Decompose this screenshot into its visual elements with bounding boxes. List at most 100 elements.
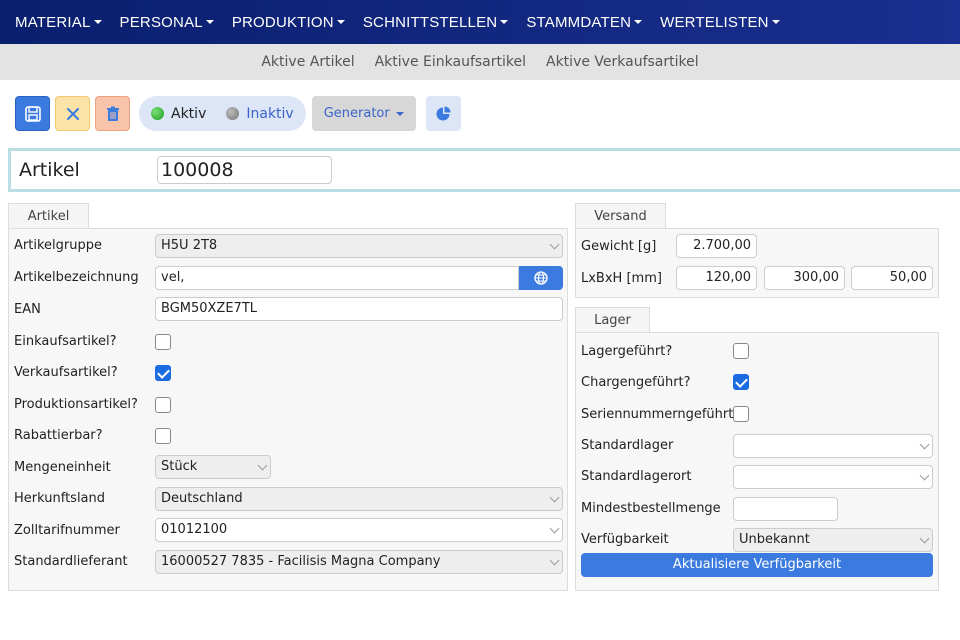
verkaufsartikel-checkbox[interactable] bbox=[155, 365, 171, 381]
zolltarifnummer-select[interactable]: 01012100 bbox=[155, 518, 563, 542]
standardlagerort-select[interactable] bbox=[733, 465, 933, 489]
rabattierbar-checkbox[interactable] bbox=[155, 428, 171, 444]
active-dot-icon bbox=[151, 107, 164, 120]
trash-icon bbox=[106, 106, 119, 121]
artikelgruppe-label: Artikelgruppe bbox=[14, 238, 102, 253]
toolbar: Aktiv Inaktiv Generator bbox=[15, 96, 461, 131]
verkaufsartikel-label: Verkaufsartikel? bbox=[14, 365, 118, 380]
caret-down-icon bbox=[500, 20, 509, 24]
inaktiv-label[interactable]: Inaktiv bbox=[246, 106, 293, 122]
chevron-down-icon bbox=[916, 435, 932, 457]
standardlieferant-value: 16000527 7835 - Facilisis Magna Company bbox=[161, 554, 441, 569]
subnav-aktive-verkaufsartikel[interactable]: Aktive Verkaufsartikel bbox=[546, 54, 699, 70]
verfuegbarkeit-label: Verfügbarkeit bbox=[581, 532, 669, 547]
zolltarifnummer-label: Zolltarifnummer bbox=[14, 523, 120, 538]
caret-down-icon bbox=[336, 20, 345, 24]
status-toggle[interactable]: Aktiv Inaktiv bbox=[139, 96, 306, 131]
nav-material[interactable]: MATERIAL bbox=[15, 14, 102, 31]
ean-label: EAN bbox=[14, 302, 41, 317]
nav-wertelisten[interactable]: WERTELISTEN bbox=[660, 14, 780, 31]
zolltarifnummer-value: 01012100 bbox=[161, 522, 228, 537]
aktualisiere-verfuegbarkeit-button[interactable]: Aktualisiere Verfügbarkeit bbox=[581, 553, 933, 577]
breite-input[interactable]: 300,00 bbox=[764, 266, 845, 290]
ean-input[interactable]: BGM50XZE7TL bbox=[155, 297, 563, 321]
chevron-down-icon bbox=[546, 488, 562, 510]
nav-stammdaten[interactable]: STAMMDATEN bbox=[526, 13, 643, 31]
main-nav: MATERIAL PERSONAL PRODUKTION SCHNITTSTEL… bbox=[0, 0, 960, 44]
mindestbestellmenge-input[interactable] bbox=[733, 497, 838, 521]
standardlager-label: Standardlager bbox=[581, 438, 674, 453]
delete-button[interactable] bbox=[95, 96, 130, 131]
save-button[interactable] bbox=[15, 96, 50, 131]
standardlieferant-select[interactable]: 16000527 7835 - Facilisis Magna Company bbox=[155, 550, 563, 574]
nav-label: STAMMDATEN bbox=[526, 13, 632, 31]
chevron-down-icon bbox=[546, 235, 562, 257]
article-header: Artikel 100008 bbox=[8, 148, 960, 192]
chevron-down-icon bbox=[916, 466, 932, 488]
caret-down-icon bbox=[771, 20, 780, 24]
produktionsartikel-checkbox[interactable] bbox=[155, 397, 171, 413]
versand-panel: Gewicht [g] 2.700,00 LxBxH [mm] 120,00 3… bbox=[575, 228, 939, 298]
tab-versand[interactable]: Versand bbox=[575, 203, 666, 229]
artikelbezeichnung-input[interactable]: vel, bbox=[155, 266, 519, 290]
pie-chart-icon bbox=[436, 106, 451, 120]
artikelgruppe-select[interactable]: H5U 2T8 bbox=[155, 234, 563, 258]
herkunftsland-label: Herkunftsland bbox=[14, 491, 106, 506]
sub-nav: Aktive Artikel Aktive Einkaufsartikel Ak… bbox=[0, 44, 960, 80]
artikelbezeichnung-label: Artikelbezeichnung bbox=[14, 270, 139, 285]
aktiv-label[interactable]: Aktiv bbox=[171, 106, 206, 122]
artikelgruppe-value: H5U 2T8 bbox=[161, 238, 218, 253]
lagergefuehrt-checkbox[interactable] bbox=[733, 343, 749, 359]
einkaufsartikel-checkbox[interactable] bbox=[155, 334, 171, 350]
chart-button[interactable] bbox=[425, 96, 461, 131]
generator-dropdown[interactable]: Generator bbox=[311, 96, 416, 131]
save-icon bbox=[24, 105, 41, 122]
subnav-aktive-einkaufsartikel[interactable]: Aktive Einkaufsartikel bbox=[375, 54, 526, 70]
gewicht-label: Gewicht [g] bbox=[581, 239, 657, 254]
chevron-down-icon bbox=[546, 551, 562, 573]
lager-panel: Lagergeführt? Chargengeführt? Seriennumm… bbox=[575, 332, 939, 591]
verfuegbarkeit-select[interactable]: Unbekannt bbox=[733, 528, 933, 552]
nav-personal[interactable]: PERSONAL bbox=[120, 14, 214, 31]
chargengefuehrt-checkbox[interactable] bbox=[733, 374, 749, 390]
nav-schnittstellen[interactable]: SCHNITTSTELLEN bbox=[363, 14, 509, 31]
standardlager-select[interactable] bbox=[733, 434, 933, 458]
herkunftsland-select[interactable]: Deutschland bbox=[155, 487, 563, 511]
mengeneinheit-value: Stück bbox=[161, 459, 198, 474]
tab-lager[interactable]: Lager bbox=[575, 307, 650, 333]
nav-label: SCHNITTSTELLEN bbox=[362, 13, 498, 31]
translate-button[interactable] bbox=[519, 266, 563, 290]
herkunftsland-value: Deutschland bbox=[161, 491, 243, 506]
laenge-input[interactable]: 120,00 bbox=[676, 266, 757, 290]
mengeneinheit-label: Mengeneinheit bbox=[14, 460, 111, 475]
article-number-input[interactable]: 100008 bbox=[157, 156, 332, 184]
globe-icon bbox=[534, 271, 548, 285]
standardlieferant-label: Standardlieferant bbox=[14, 554, 128, 569]
inactive-dot-icon bbox=[226, 107, 240, 120]
seriennummerngefuehrt-checkbox[interactable] bbox=[733, 406, 749, 422]
cancel-button[interactable] bbox=[55, 96, 90, 131]
caret-down-icon bbox=[93, 20, 102, 24]
caret-down-icon bbox=[395, 111, 404, 116]
artikel-panel: Artikelgruppe H5U 2T8 Artikelbezeichnung… bbox=[8, 228, 568, 591]
hoehe-input[interactable]: 50,00 bbox=[851, 266, 933, 290]
lxbxh-label: LxBxH [mm] bbox=[581, 271, 662, 286]
chevron-down-icon bbox=[254, 456, 270, 478]
chevron-down-icon bbox=[916, 529, 932, 551]
tab-artikel[interactable]: Artikel bbox=[8, 203, 89, 229]
nav-label: PERSONAL bbox=[119, 13, 203, 31]
mengeneinheit-select[interactable]: Stück bbox=[155, 455, 271, 479]
nav-label: PRODUKTION bbox=[231, 13, 334, 31]
nav-produktion[interactable]: PRODUKTION bbox=[232, 14, 345, 31]
close-icon bbox=[66, 107, 79, 120]
gewicht-input[interactable]: 2.700,00 bbox=[676, 234, 757, 258]
generator-label: Generator bbox=[323, 106, 390, 121]
caret-down-icon bbox=[205, 20, 214, 24]
nav-label: WERTELISTEN bbox=[660, 13, 769, 31]
caret-down-icon bbox=[634, 20, 643, 24]
subnav-aktive-artikel[interactable]: Aktive Artikel bbox=[261, 54, 354, 70]
mindestbestellmenge-label: Mindestbestellmenge bbox=[581, 501, 721, 516]
verfuegbarkeit-value: Unbekannt bbox=[739, 532, 810, 547]
einkaufsartikel-label: Einkaufsartikel? bbox=[14, 334, 117, 349]
produktionsartikel-label: Produktionsartikel? bbox=[14, 397, 138, 412]
